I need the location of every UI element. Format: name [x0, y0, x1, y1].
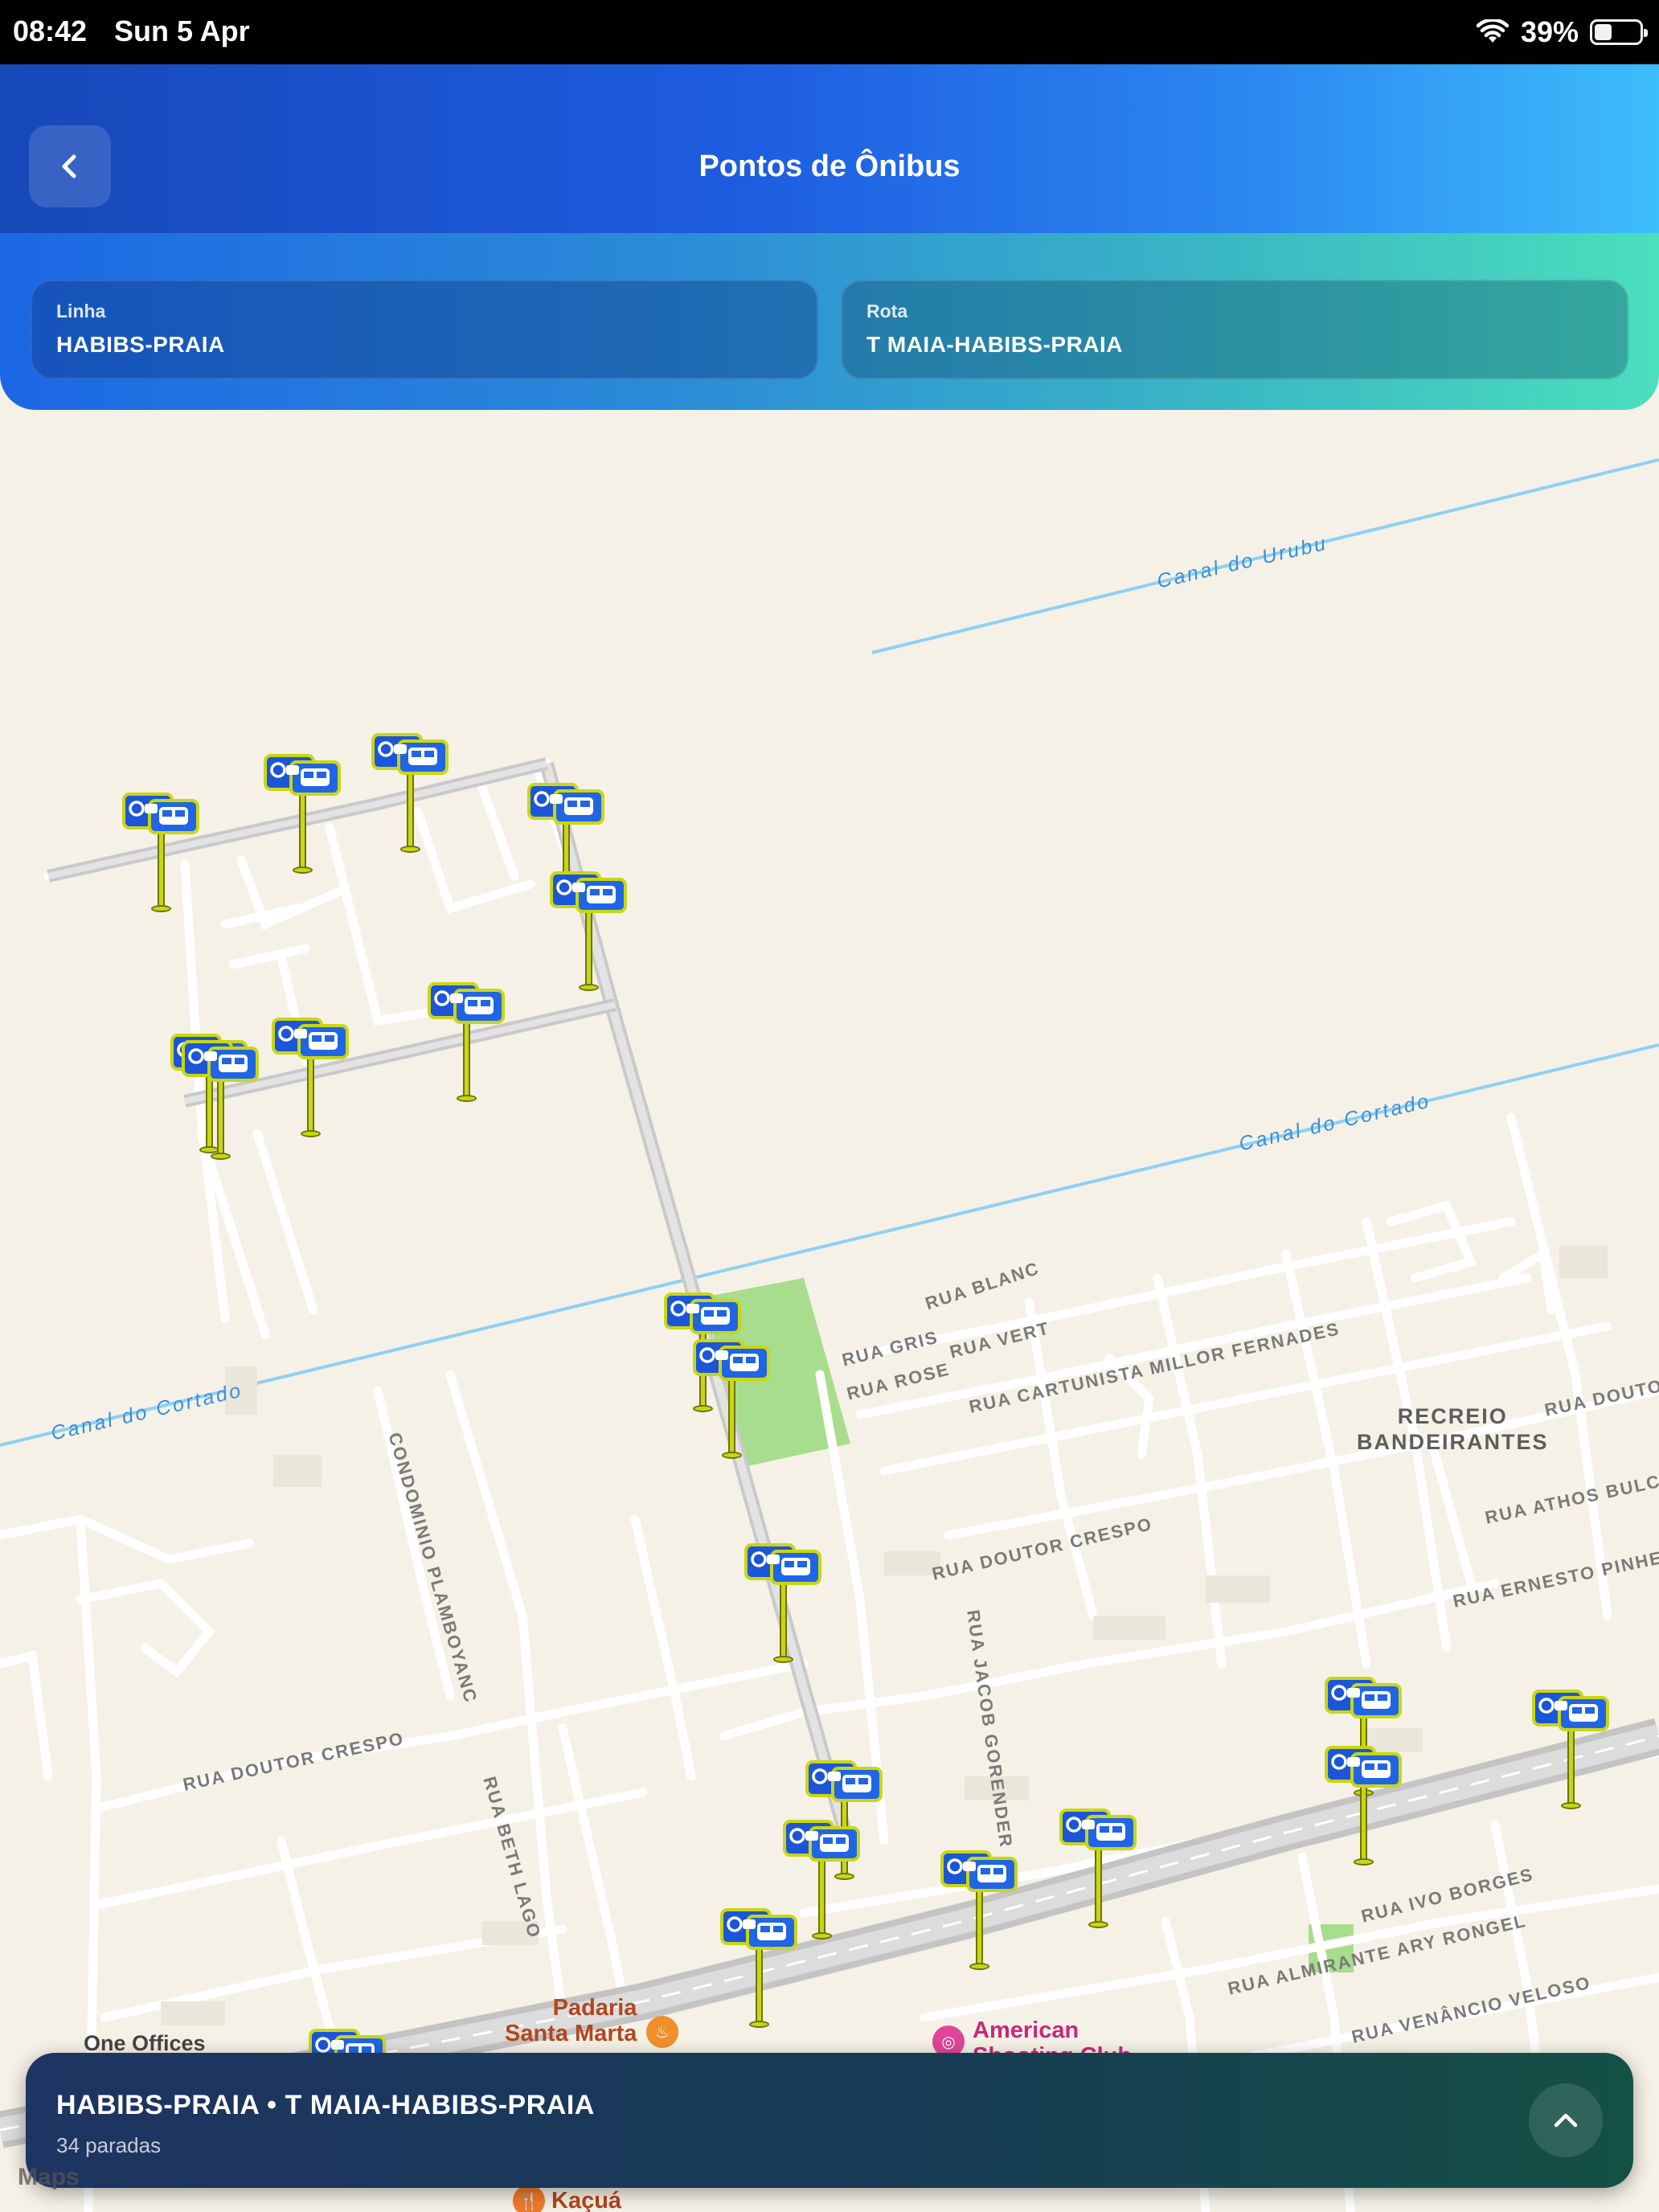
wifi-icon: [1476, 19, 1509, 43]
battery-percent: 39%: [1520, 15, 1579, 48]
bus-stop-icon[interactable]: [720, 1908, 797, 2029]
bus-stop-icon[interactable]: [1325, 1746, 1402, 1866]
bus-stop-icon[interactable]: [550, 871, 627, 992]
bus-stop-icon[interactable]: [693, 1339, 770, 1460]
status-time: 08:42: [13, 14, 88, 47]
bus-stop-icon[interactable]: [182, 1040, 259, 1161]
poi-label-bakery[interactable]: Padaria Santa Marta: [505, 1995, 637, 2046]
bus-stop-icon[interactable]: [122, 793, 199, 913]
line-selector-value: HABIBS-PRAIA: [56, 332, 225, 357]
maps-attribution: Maps: [18, 2164, 80, 2190]
battery-level-fill: [1595, 24, 1612, 40]
page-title: Pontos de Ônibus: [698, 150, 961, 183]
route-selector[interactable]: Rota T MAIA-HABIBS-PRAIA: [841, 280, 1628, 379]
status-bar: 08:42 Sun 5 Apr 39%: [0, 0, 1659, 64]
route-summary-sheet[interactable]: HABIBS-PRAIA • T MAIA-HABIBS-PRAIA 34 pa…: [26, 2053, 1633, 2188]
route-selector-value: T MAIA-HABIBS-PRAIA: [866, 332, 1124, 357]
district-label: RECREIO BANDEIRANTES: [1357, 1404, 1549, 1454]
bus-stop-icon[interactable]: [1532, 1690, 1609, 1810]
poi-label-restaurant[interactable]: Kaçuá: [551, 2188, 621, 2212]
bus-stop-icon[interactable]: [1059, 1809, 1137, 1929]
bakery-icon[interactable]: ♨: [646, 2016, 678, 2048]
battery-icon: [1590, 19, 1648, 45]
status-indicators: 39%: [1476, 11, 1648, 53]
stop-count-label: 34 paradas: [56, 2133, 162, 2157]
bus-stop-icon[interactable]: [940, 1850, 1018, 1971]
bus-stop-icon[interactable]: [744, 1543, 821, 1664]
restaurant-icon[interactable]: 🍴: [513, 2185, 545, 2212]
bus-stop-icon[interactable]: [371, 733, 449, 854]
bus-stop-icon[interactable]: [428, 982, 505, 1103]
expand-sheet-button[interactable]: [1529, 2083, 1603, 2157]
line-selector-label: Linha: [56, 301, 106, 322]
status-date: Sun 5 Apr: [114, 14, 250, 47]
line-selector[interactable]: Linha HABIBS-PRAIA: [31, 280, 818, 379]
route-selector-label: Rota: [866, 301, 908, 322]
bus-stop-icon[interactable]: [272, 1018, 349, 1138]
route-summary-title: HABIBS-PRAIA • T MAIA-HABIBS-PRAIA: [56, 2090, 595, 2120]
selector-panel: Linha HABIBS-PRAIA Rota T MAIA-HABIBS-PR…: [0, 233, 1659, 410]
map-view[interactable]: Canal do Urubu Canal do Cortado Canal do…: [0, 410, 1659, 2212]
app-header: Pontos de Ônibus: [0, 64, 1659, 233]
bus-stop-icon[interactable]: [264, 754, 341, 875]
chevron-up-icon: [1554, 2113, 1578, 2128]
